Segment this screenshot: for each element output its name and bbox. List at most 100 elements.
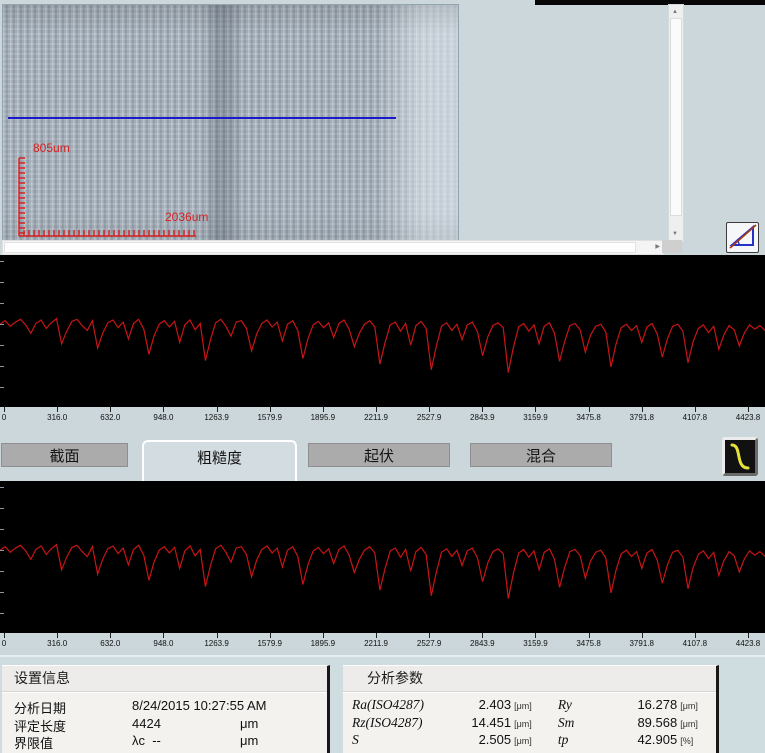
chart-x-axis-top: 0316.0632.0948.01263.91579.91895.92211.9… bbox=[0, 407, 765, 429]
analysis-rows: Ra(ISO4287)2.403[μm]Ry16.278[μm]Rz(ISO42… bbox=[343, 692, 716, 750]
x-tick-label: 948.0 bbox=[153, 413, 173, 422]
x-tick bbox=[163, 633, 164, 638]
x-tick-label: 1895.9 bbox=[311, 639, 335, 648]
x-tick-label: 4107.8 bbox=[683, 639, 707, 648]
info-section: 设置信息 分析日期8/24/2015 10:27:55 AM评定长度4424μm… bbox=[0, 655, 765, 753]
x-tick-label: 3475.8 bbox=[576, 413, 600, 422]
x-tick-label: 632.0 bbox=[100, 639, 120, 648]
x-tick-label: 1263.9 bbox=[204, 413, 228, 422]
vertical-scrollbar[interactable]: ▲ ▼ bbox=[668, 4, 684, 242]
x-tick-label: 3159.9 bbox=[523, 413, 547, 422]
horizontal-scroll-thumb[interactable] bbox=[4, 242, 636, 253]
param-unit: [%] bbox=[677, 736, 716, 746]
analysis-panel-title: 分析参数 bbox=[343, 666, 716, 692]
settings-panel-title: 设置信息 bbox=[2, 666, 327, 692]
tab-section[interactable]: 截面 bbox=[1, 443, 128, 467]
x-tick-label: 4423.8 bbox=[736, 639, 760, 648]
settings-value: 4424 bbox=[132, 716, 161, 731]
profile-chart-top bbox=[0, 255, 765, 407]
settings-row: 评定长度4424μm bbox=[2, 715, 327, 733]
x-tick-label: 0 bbox=[2, 639, 6, 648]
x-tick bbox=[57, 633, 58, 638]
x-tick bbox=[748, 633, 749, 638]
x-tick-label: 3159.9 bbox=[523, 639, 547, 648]
x-tick-label: 2527.9 bbox=[417, 639, 441, 648]
scrollbar-corner bbox=[662, 240, 682, 253]
settings-rows: 分析日期8/24/2015 10:27:55 AM评定长度4424μm界限值λc… bbox=[2, 692, 327, 753]
settings-row: λ bbox=[2, 750, 327, 753]
ruler-path bbox=[19, 158, 196, 236]
x-tick-label: 1263.9 bbox=[204, 639, 228, 648]
scroll-right-icon[interactable]: ▶ bbox=[655, 244, 660, 250]
scroll-down-icon[interactable]: ▼ bbox=[672, 231, 678, 237]
param-name: Ra(ISO4287) bbox=[352, 697, 459, 713]
x-tick-label: 316.0 bbox=[47, 639, 67, 648]
x-tick bbox=[535, 407, 536, 412]
x-tick-label: 316.0 bbox=[47, 413, 67, 422]
param-name: tp bbox=[558, 732, 614, 748]
profile-chart-bottom bbox=[0, 481, 765, 633]
x-tick-label: 3791.8 bbox=[629, 413, 653, 422]
param-value: 2.403 bbox=[459, 697, 511, 712]
x-tick bbox=[4, 407, 5, 412]
x-tick-label: 948.0 bbox=[153, 639, 173, 648]
x-tick bbox=[270, 633, 271, 638]
x-tick bbox=[642, 407, 643, 412]
tab-waviness[interactable]: 起伏 bbox=[308, 443, 450, 467]
settings-unit: μm bbox=[240, 716, 258, 731]
x-tick-label: 1579.9 bbox=[257, 413, 281, 422]
param-value: 42.905 bbox=[614, 732, 678, 747]
x-tick bbox=[748, 407, 749, 412]
settings-row: 分析日期8/24/2015 10:27:55 AM bbox=[2, 697, 327, 715]
x-tick bbox=[376, 633, 377, 638]
angle-profile-icon bbox=[729, 224, 757, 250]
x-tick bbox=[57, 407, 58, 412]
x-tick bbox=[110, 407, 111, 412]
param-value: 89.568 bbox=[614, 715, 678, 730]
x-tick-label: 3475.8 bbox=[576, 639, 600, 648]
param-name: Sm bbox=[558, 715, 614, 731]
param-row: Ra(ISO4287)2.403[μm]Ry16.278[μm] bbox=[343, 697, 716, 715]
vertical-scale-label: 805um bbox=[33, 141, 70, 155]
filter-curve-icon bbox=[725, 440, 755, 473]
x-tick bbox=[217, 633, 218, 638]
param-unit: [μm] bbox=[511, 701, 558, 711]
x-tick bbox=[695, 633, 696, 638]
x-tick-label: 3791.8 bbox=[629, 639, 653, 648]
tab-mixed[interactable]: 混合 bbox=[470, 443, 612, 467]
x-tick bbox=[589, 633, 590, 638]
roughness-analysis-window: 805um 2036um ▲ ▼ ▶ 0 316.0 632.0 948.0 1263.… bbox=[0, 0, 765, 753]
param-unit: [μm] bbox=[677, 719, 716, 729]
x-tick-label: 2211.9 bbox=[364, 413, 388, 422]
x-tick-label: 4107.8 bbox=[683, 413, 707, 422]
x-tick-label: 0 bbox=[2, 413, 6, 422]
profile-measure-button[interactable] bbox=[726, 222, 759, 253]
param-row: Rz(ISO4287)14.451[μm]Sm89.568[μm] bbox=[343, 715, 716, 733]
param-unit: [μm] bbox=[677, 701, 716, 711]
param-name: S bbox=[352, 732, 459, 748]
param-value: 2.505 bbox=[459, 732, 511, 747]
microscope-image-view[interactable]: 805um 2036um bbox=[2, 4, 459, 241]
settings-unit: μm bbox=[240, 733, 258, 748]
x-tick-label: 1579.9 bbox=[257, 639, 281, 648]
horizontal-scrollbar[interactable]: ▶ bbox=[2, 240, 664, 255]
x-tick bbox=[4, 633, 5, 638]
x-tick bbox=[217, 407, 218, 412]
settings-value: λc -- bbox=[132, 733, 161, 748]
x-tick bbox=[110, 633, 111, 638]
param-row: S2.505[μm]tp42.905[%] bbox=[343, 732, 716, 750]
x-tick-label: 2843.9 bbox=[470, 413, 494, 422]
settings-value: 8/24/2015 10:27:55 AM bbox=[132, 698, 266, 713]
x-tick-label: 2843.9 bbox=[470, 639, 494, 648]
param-value: 14.451 bbox=[459, 715, 511, 730]
scroll-up-icon[interactable]: ▲ bbox=[672, 9, 678, 15]
x-tick-label: 2211.9 bbox=[364, 639, 388, 648]
x-tick bbox=[535, 633, 536, 638]
y-axis-ticks bbox=[0, 487, 4, 627]
param-value: 16.278 bbox=[614, 697, 678, 712]
x-tick-label: 632.0 bbox=[100, 413, 120, 422]
tab-roughness[interactable]: 粗糙度 bbox=[142, 440, 297, 481]
x-tick bbox=[323, 407, 324, 412]
filter-settings-button[interactable] bbox=[722, 437, 758, 476]
vertical-scroll-thumb[interactable] bbox=[670, 18, 682, 216]
